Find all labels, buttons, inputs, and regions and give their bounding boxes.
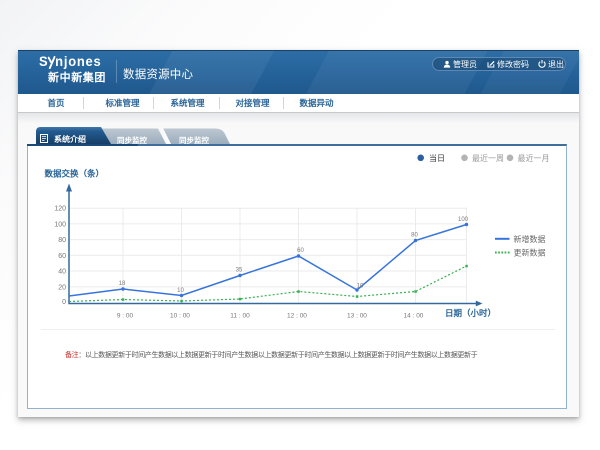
svg-text:120: 120	[54, 206, 66, 213]
svg-text:80: 80	[58, 237, 66, 244]
svg-text:数据交换（条）: 数据交换（条）	[45, 169, 105, 179]
svg-text:9 : 00: 9 : 00	[117, 313, 134, 320]
svg-text:新增数据: 新增数据	[514, 234, 546, 244]
svg-text:最近一周: 最近一周	[472, 153, 504, 163]
svg-text:当日: 当日	[429, 153, 445, 163]
svg-text:10: 10	[357, 284, 364, 290]
svg-text:12 : 00: 12 : 00	[287, 313, 307, 320]
svg-text:100: 100	[458, 217, 469, 223]
svg-text:20: 20	[58, 284, 66, 291]
svg-text:日期（小时）: 日期（小时）	[445, 308, 496, 318]
svg-text:80: 80	[411, 233, 418, 239]
svg-text:10: 10	[177, 288, 184, 294]
svg-text:11 : 00: 11 : 00	[230, 313, 250, 320]
svg-text:40: 40	[58, 269, 66, 276]
svg-text:13 : 00: 13 : 00	[347, 313, 367, 320]
svg-text:60: 60	[297, 248, 304, 254]
svg-text:10 : 00: 10 : 00	[170, 313, 190, 320]
svg-text:14 : 00: 14 : 00	[404, 313, 424, 320]
svg-text:60: 60	[58, 253, 66, 260]
svg-text:35: 35	[236, 268, 243, 274]
svg-text:最近一月: 最近一月	[518, 153, 550, 163]
svg-text:更新数据: 更新数据	[514, 248, 546, 258]
svg-text:0: 0	[62, 299, 66, 306]
svg-text:100: 100	[54, 221, 66, 228]
svg-text:18: 18	[119, 281, 126, 287]
